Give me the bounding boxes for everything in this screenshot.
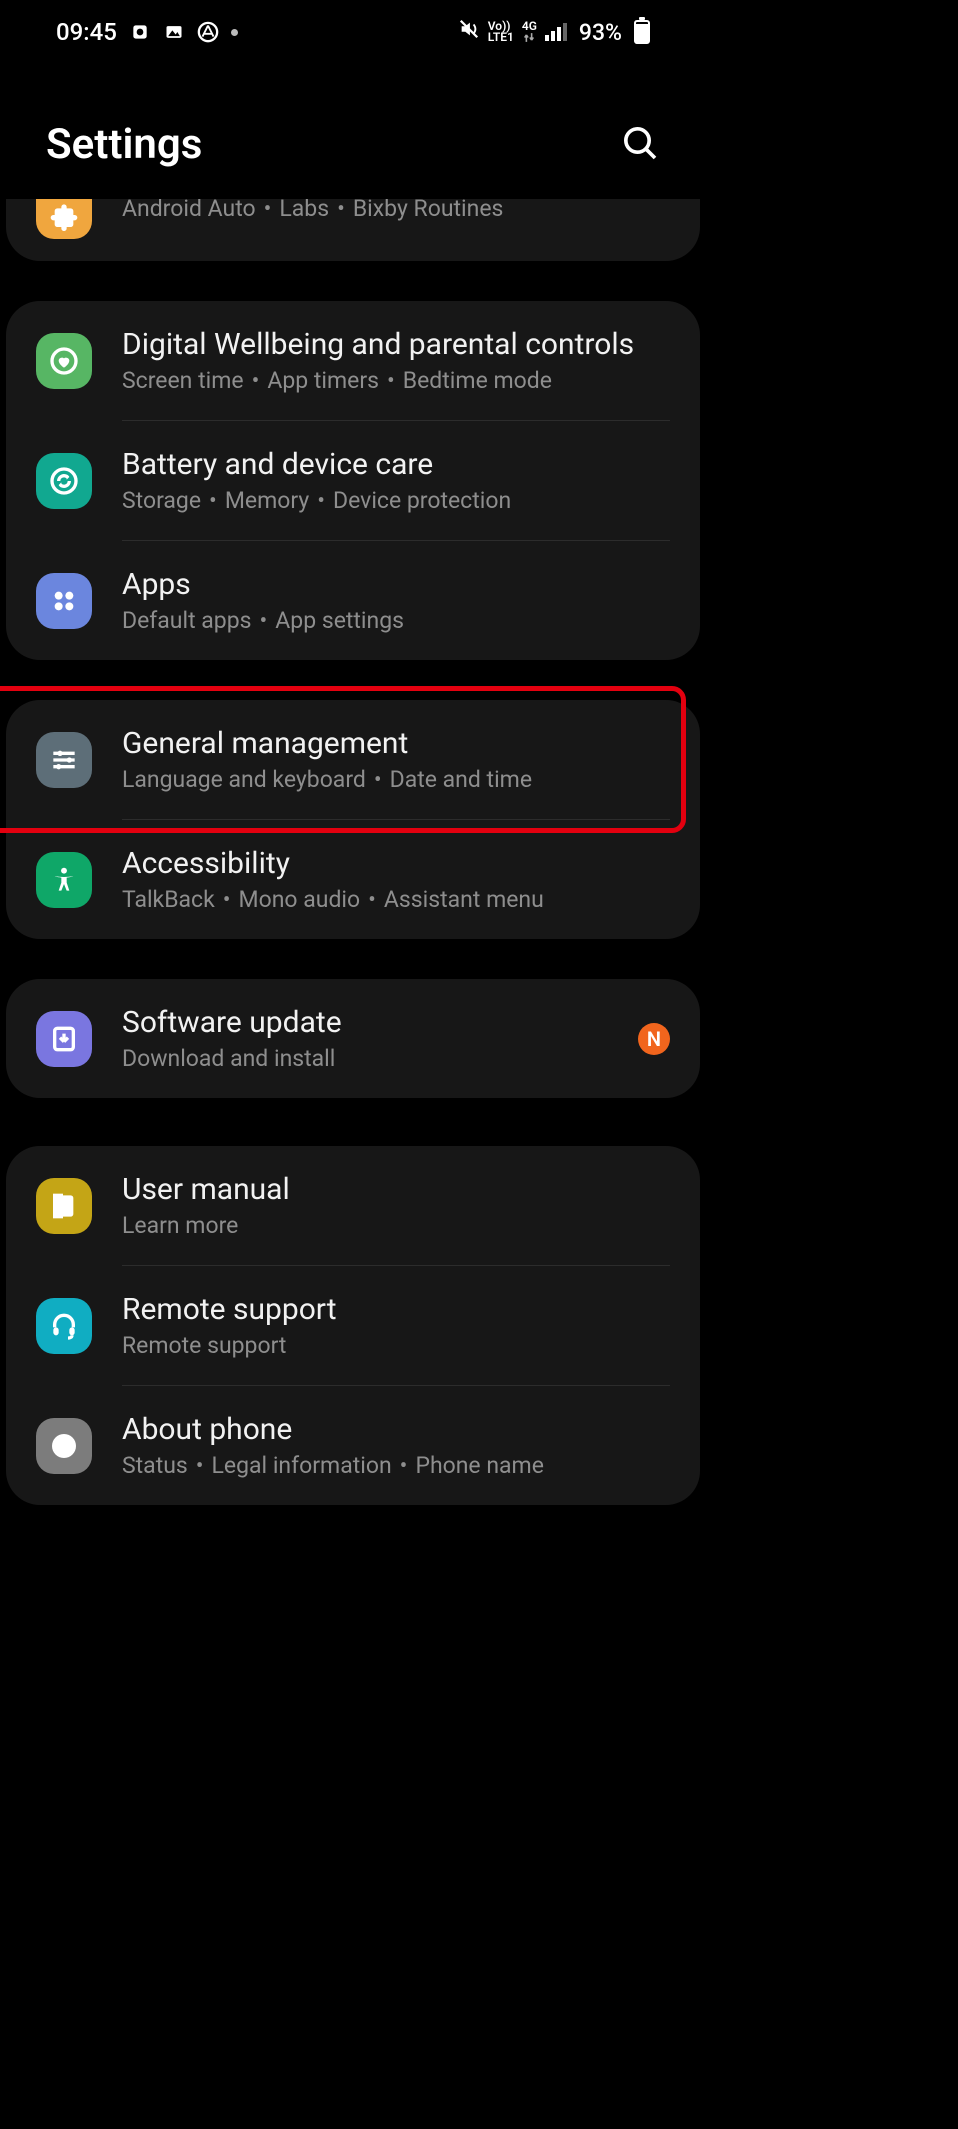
- refresh-circle-icon: [36, 453, 92, 509]
- search-button[interactable]: [620, 123, 660, 167]
- item-subtitle: Language and keyboard•Date and time: [122, 766, 670, 793]
- settings-list[interactable]: Android Auto•Labs•Bixby Routines Digital …: [0, 199, 706, 1505]
- settings-item-general-management[interactable]: General management Language and keyboard•…: [6, 700, 700, 819]
- item-subtitle: Learn more: [122, 1212, 670, 1239]
- item-text: Digital Wellbeing and parental controls S…: [122, 327, 670, 394]
- settings-header: Settings: [0, 60, 706, 199]
- mute-vibrate-icon: [458, 18, 480, 46]
- item-text: Battery and device care Storage•Memory•De…: [122, 447, 670, 514]
- settings-group-software-group: Software update Download and install N: [6, 979, 700, 1098]
- battery-percentage: 93%: [579, 19, 622, 46]
- settings-item-apps[interactable]: Apps Default apps•App settings: [6, 541, 700, 660]
- item-text: General management Language and keyboard•…: [122, 726, 670, 793]
- status-time: 09:45: [56, 18, 117, 46]
- item-title: General management: [122, 726, 670, 762]
- item-subtitle: Default apps•App settings: [122, 607, 670, 634]
- item-subtitle: Download and install: [122, 1045, 626, 1072]
- item-text: User manual Learn more: [122, 1172, 670, 1239]
- status-right: Vo))LTE1 4G 93%: [458, 18, 650, 46]
- volte-label: Vo))LTE1: [488, 21, 514, 43]
- item-title: Battery and device care: [122, 447, 670, 483]
- item-subtitle: Android Auto•Labs•Bixby Routines: [122, 199, 670, 222]
- settings-item-about-phone[interactable]: About phone Status•Legal information•Phon…: [6, 1386, 700, 1505]
- item-subtitle: TalkBack•Mono audio•Assistant menu: [122, 886, 670, 913]
- item-title: Accessibility: [122, 846, 670, 882]
- svg-text:?: ?: [63, 1197, 70, 1215]
- item-subtitle: Status•Legal information•Phone name: [122, 1452, 670, 1479]
- settings-item-accessibility[interactable]: Accessibility TalkBack•Mono audio•Assista…: [6, 820, 700, 939]
- more-notifications-dot: [231, 29, 238, 36]
- item-text: Software update Download and install: [122, 1005, 626, 1072]
- headset-icon: [36, 1298, 92, 1354]
- item-subtitle: Screen time•App timers•Bedtime mode: [122, 367, 670, 394]
- apps-grid-icon: [36, 573, 92, 629]
- puzzle-icon: [36, 199, 92, 239]
- item-text: Accessibility TalkBack•Mono audio•Assista…: [122, 846, 670, 913]
- status-bar: 09:45 Vo))LTE1 4G: [0, 0, 706, 60]
- item-title: Software update: [122, 1005, 626, 1041]
- sliders-icon: [36, 732, 92, 788]
- item-text: Remote support Remote support: [122, 1292, 670, 1359]
- settings-item-digital-wellbeing[interactable]: Digital Wellbeing and parental controls S…: [6, 301, 700, 420]
- item-title: Digital Wellbeing and parental controls: [122, 327, 670, 363]
- accessibility-person-icon: [36, 852, 92, 908]
- item-title: User manual: [122, 1172, 670, 1208]
- item-subtitle: Remote support: [122, 1332, 670, 1359]
- battery-icon: [634, 20, 650, 44]
- gallery-icon: [163, 21, 185, 43]
- settings-item-advanced-features[interactable]: Android Auto•Labs•Bixby Routines: [6, 199, 700, 261]
- item-title: Apps: [122, 567, 670, 603]
- download-box-icon: [36, 1011, 92, 1067]
- network-4g-label: 4G: [522, 21, 537, 43]
- page-title: Settings: [46, 120, 202, 169]
- status-left: 09:45: [56, 18, 238, 46]
- device-frame: 09:45 Vo))LTE1 4G: [0, 0, 706, 2129]
- settings-item-remote-support[interactable]: Remote support Remote support: [6, 1266, 700, 1385]
- media-icon: [129, 21, 151, 43]
- settings-group-wellbeing-group: Digital Wellbeing and parental controls S…: [6, 301, 700, 660]
- settings-item-battery-care[interactable]: Battery and device care Storage•Memory•De…: [6, 421, 700, 540]
- item-title: About phone: [122, 1412, 670, 1448]
- item-text: About phone Status•Legal information•Phon…: [122, 1412, 670, 1479]
- search-icon: [620, 123, 660, 163]
- item-text: Apps Default apps•App settings: [122, 567, 670, 634]
- settings-item-software-update[interactable]: Software update Download and install N: [6, 979, 700, 1098]
- item-subtitle: Storage•Memory•Device protection: [122, 487, 670, 514]
- info-circle-icon: [36, 1418, 92, 1474]
- notification-badge: N: [638, 1023, 670, 1055]
- settings-group-adv-group: Android Auto•Labs•Bixby Routines: [6, 199, 700, 261]
- item-text: Android Auto•Labs•Bixby Routines: [122, 199, 670, 222]
- book-help-icon: ?: [36, 1178, 92, 1234]
- settings-item-user-manual[interactable]: ? User manual Learn more: [6, 1146, 700, 1265]
- item-title: Remote support: [122, 1292, 670, 1328]
- settings-group-general-group: General management Language and keyboard•…: [6, 700, 700, 939]
- signal-strength-icon: [545, 23, 567, 41]
- app-store-icon: [197, 21, 219, 43]
- settings-group-about-group: ?User manualLearn moreRemote supportRemo…: [6, 1146, 700, 1505]
- heart-circle-icon: [36, 333, 92, 389]
